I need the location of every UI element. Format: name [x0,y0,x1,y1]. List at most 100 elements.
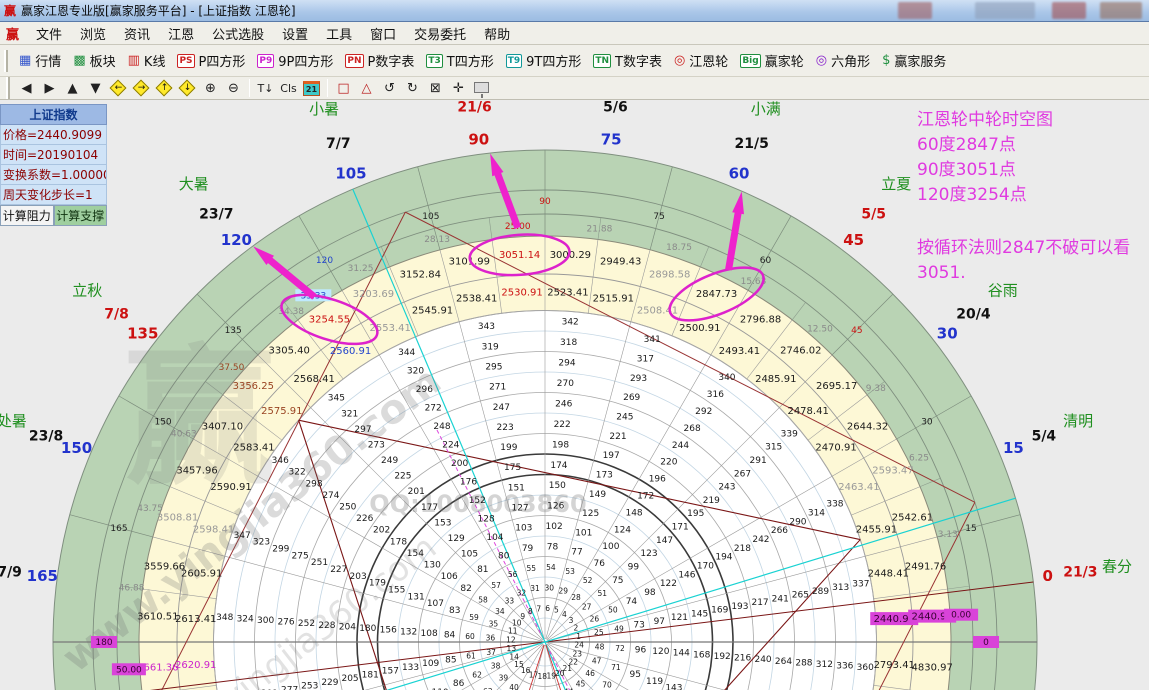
toolbar-K线-button[interactable]: ▥K线 [122,48,172,73]
svg-text:148: 148 [625,508,642,518]
svg-text:105: 105 [422,212,439,222]
shift-left-button[interactable]: ← [107,78,130,98]
page-right-button[interactable]: ▶ [38,78,61,98]
toolbar-T四方形-button[interactable]: T3T四方形 [420,48,499,73]
svg-text:227: 227 [330,565,347,575]
toolbar-label: 江恩轮 [689,51,728,70]
svg-text:180: 180 [359,624,376,634]
menu-窗口[interactable]: 窗口 [361,22,405,45]
svg-text:12: 12 [506,635,516,644]
menu-文件[interactable]: 文件 [27,22,71,45]
svg-text:2523.41: 2523.41 [547,288,588,299]
toolbar-9P四方形-button[interactable]: P99P四方形 [251,48,339,73]
svg-text:322: 322 [289,468,306,478]
svg-text:2515.91: 2515.91 [593,294,634,305]
svg-text:76: 76 [594,559,606,569]
svg-text:34: 34 [495,607,505,616]
svg-text:169: 169 [711,606,728,616]
svg-text:297: 297 [354,425,371,435]
calc-support-button[interactable]: 计算支撑 [54,205,108,226]
toolbar-板块-button[interactable]: ▩板块 [67,48,121,73]
svg-text:38: 38 [491,662,501,671]
menu-帮助[interactable]: 帮助 [475,22,519,45]
svg-text:60: 60 [760,256,772,266]
svg-text:50.00: 50.00 [116,665,142,675]
svg-text:336: 336 [836,662,853,672]
svg-text:180: 180 [95,638,112,648]
menu-设置[interactable]: 设置 [273,22,317,45]
square-tool-button[interactable]: □ [332,78,355,98]
svg-text:79: 79 [522,544,534,554]
svg-text:223: 223 [497,423,514,433]
gann-wheel-canvas[interactable]: www.yingjia360.comwww.yingjia360.comQQ:1… [0,100,1149,690]
menu-交易委托[interactable]: 交易委托 [405,22,475,45]
toolbar-P数字表-button[interactable]: PNP数字表 [339,48,420,73]
zoom-out-button[interactable]: ⊖ [222,78,245,98]
kline-icon: ▥ [128,54,140,68]
step-down-button[interactable]: ▼ [84,78,107,98]
zoom-in-button[interactable]: ⊕ [199,78,222,98]
svg-text:202: 202 [373,526,390,536]
page-left-button[interactable]: ◀ [15,78,38,98]
toolbar-赢家轮-button[interactable]: Big赢家轮 [734,48,809,73]
menu-浏览[interactable]: 浏览 [71,22,115,45]
shift-up-button[interactable]: ↑ [153,78,176,98]
invert-button[interactable]: T↓ [254,78,277,98]
menu-江恩[interactable]: 江恩 [159,22,203,45]
svg-text:赢: 赢 [125,332,275,506]
svg-text:292: 292 [695,407,712,417]
center-cross-button[interactable]: ✛ [447,78,470,98]
toolbar-六角形-button[interactable]: ◎六角形 [810,48,876,73]
toolbar-江恩轮-button[interactable]: ◎江恩轮 [668,48,734,73]
svg-text:2560.91: 2560.91 [330,346,371,357]
box-x-button[interactable]: ⊠ [424,78,447,98]
svg-text:324: 324 [237,614,254,624]
svg-text:120: 120 [652,647,669,657]
svg-text:2598.41: 2598.41 [193,524,234,535]
menu-工具[interactable]: 工具 [317,22,361,45]
rotate-ccw-button[interactable]: ↺ [378,78,401,98]
step-up-button[interactable]: ▲ [61,78,84,98]
svg-text:清明: 清明 [1063,412,1093,430]
svg-text:2593.47: 2593.47 [872,465,913,476]
svg-text:101: 101 [575,528,592,538]
toolbar-9T四方形-button[interactable]: T99T四方形 [500,48,588,73]
rotate-cw-button[interactable]: ↻ [401,78,424,98]
svg-text:95: 95 [630,670,641,680]
svg-text:6.25: 6.25 [909,454,929,464]
svg-text:小满: 小满 [751,100,781,118]
svg-text:大暑: 大暑 [179,175,209,193]
svg-text:2793.41: 2793.41 [874,660,915,671]
toolbar-P四方形-button[interactable]: PSP四方形 [171,48,251,73]
svg-text:150: 150 [549,481,566,491]
projector-button[interactable] [470,78,493,98]
svg-text:241: 241 [772,594,789,604]
toolbar-label: 六角形 [831,51,870,70]
cls-button[interactable]: Cls [277,78,300,98]
shift-right-button[interactable]: → [130,78,153,98]
svg-text:2478.41: 2478.41 [787,406,828,417]
svg-text:135: 135 [127,324,158,342]
shift-down-button[interactable]: ↓ [176,78,199,98]
svg-text:2545.91: 2545.91 [412,306,453,317]
svg-text:3203.69: 3203.69 [353,289,394,300]
menu-资讯[interactable]: 资讯 [115,22,159,45]
menu-公式选股[interactable]: 公式选股 [203,22,273,45]
triangle-tool-button[interactable]: △ [355,78,378,98]
toolbar-赢家服务-button[interactable]: $赢家服务 [876,48,952,73]
svg-text:348: 348 [216,613,233,623]
svg-text:37: 37 [486,648,496,657]
svg-text:102: 102 [546,522,563,532]
svg-text:106: 106 [441,572,458,582]
calc-resistance-button[interactable]: 计算阻力 [0,205,54,226]
svg-text:156: 156 [380,626,397,636]
svg-text:273: 273 [368,440,385,450]
pn-badge-icon: PN [345,54,363,68]
svg-text:32: 32 [517,589,527,598]
svg-text:147: 147 [656,536,673,546]
svg-text:51: 51 [597,589,607,598]
toolbar-行情-button[interactable]: ▦行情 [13,48,67,73]
toolbar-T数字表-button[interactable]: TNT数字表 [587,48,668,73]
calendar-button[interactable]: 21 [300,78,323,98]
svg-text:2448.41: 2448.41 [868,569,909,580]
